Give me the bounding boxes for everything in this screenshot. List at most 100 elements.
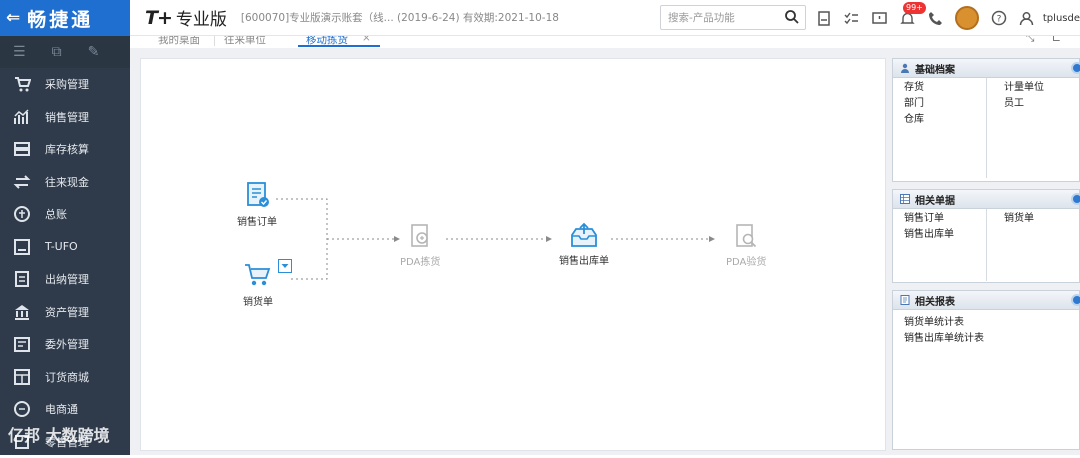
- shopping-cart-icon: [243, 261, 273, 289]
- panel-toggle-icon[interactable]: [1071, 193, 1080, 205]
- panel-body: 销货单统计表 销售出库单统计表: [893, 310, 1079, 450]
- notification-bell-icon[interactable]: 99+: [899, 10, 916, 27]
- cart-icon: [11, 73, 33, 95]
- link-delivery-report[interactable]: 销货单统计表: [904, 315, 984, 331]
- sidebar-item-label: 销售管理: [45, 109, 89, 125]
- sidebar-item-store[interactable]: 订货商城: [0, 361, 130, 394]
- column-divider: [986, 78, 987, 178]
- outsource-icon: [11, 333, 33, 355]
- panel-left-column: 存货 部门 仓库: [904, 80, 924, 128]
- flow-node-sales-delivery[interactable]: 销货单: [243, 261, 273, 308]
- sidebar-item-tufo[interactable]: T-UFO: [0, 231, 130, 264]
- panel-title: 相关报表: [915, 293, 955, 308]
- sidebar-item-purchase[interactable]: 采购管理: [0, 68, 130, 101]
- sidebar-item-label: 往来现金: [45, 174, 89, 190]
- sidebar-item-inventory[interactable]: 库存核算: [0, 133, 130, 166]
- panel-left-column: 销售订单 销售出库单: [904, 211, 954, 243]
- link-sales-order[interactable]: 销售订单: [904, 211, 954, 227]
- sidebar-item-assets[interactable]: 资产管理: [0, 296, 130, 329]
- sidebar-toolbar: ☰ ⧉ ✎: [0, 36, 130, 68]
- menu-icon[interactable]: ☰: [13, 44, 26, 60]
- panel-body: 销售订单 销售出库单 销货单: [893, 209, 1079, 283]
- panel-related-docs: 相关单据 销售订单 销售出库单 销货单: [892, 189, 1080, 283]
- sidebar-item-label: 采购管理: [45, 76, 89, 92]
- toolbar-icons: 99+ ?: [815, 0, 1035, 36]
- collapse-icon[interactable]: ⧉: [52, 44, 62, 60]
- edition-label: 专业版: [176, 5, 227, 30]
- help-icon[interactable]: ?: [990, 10, 1007, 27]
- panel-toggle-icon[interactable]: [1071, 294, 1080, 306]
- sidebar-item-ecommerce[interactable]: 电商通: [0, 393, 130, 426]
- tab-divider: [214, 36, 215, 46]
- column-divider: [986, 209, 987, 281]
- ecommerce-icon: [11, 398, 33, 420]
- sidebar-item-cash[interactable]: 往来现金: [0, 166, 130, 199]
- flow-node-pda-verify[interactable]: PDA验货: [726, 223, 766, 268]
- link-employee[interactable]: 员工: [1004, 96, 1044, 112]
- brand-name: T+: [145, 7, 172, 29]
- node-label: 销货单: [243, 293, 273, 308]
- panel-left-column: 销货单统计表 销售出库单统计表: [904, 315, 984, 347]
- panel-header: 基础档案: [893, 59, 1079, 78]
- flow-node-sales-outbound[interactable]: 销售出库单: [559, 222, 609, 267]
- sidebar-item-cashier[interactable]: 出纳管理: [0, 263, 130, 296]
- bank-icon: [11, 301, 33, 323]
- tab-menu-icon[interactable]: ⊏: [1052, 36, 1061, 44]
- chart-icon: [11, 106, 33, 128]
- tab-bar: 我的桌面 往来单位 移动拣货 × ⤡ ⊏: [130, 36, 1080, 48]
- top-bar: T+ 专业版 [600070]专业版演示账套（线... (2019-6-24) …: [130, 0, 1080, 36]
- panel-title: 基础档案: [915, 61, 955, 76]
- link-outbound-report[interactable]: 销售出库单统计表: [904, 331, 984, 347]
- tab-tool-icon[interactable]: ⤡: [1026, 36, 1034, 45]
- phone-icon[interactable]: [927, 10, 944, 27]
- dropdown-arrow-icon[interactable]: [278, 259, 292, 273]
- tab-desktop[interactable]: 我的桌面: [158, 36, 200, 47]
- flow-node-sales-order[interactable]: 销售订单: [237, 181, 277, 228]
- sidebar-item-label: 库存核算: [45, 141, 89, 157]
- sidebar: ⇐ 畅捷通 ☰ ⧉ ✎ 采购管理 销售管理 库存核算: [0, 0, 130, 455]
- node-label: 销售订单: [237, 213, 277, 228]
- account-info[interactable]: [600070]专业版演示账套（线... (2019-6-24) 有效期:202…: [241, 10, 559, 25]
- link-unit[interactable]: 计量单位: [1004, 80, 1044, 96]
- panel-body: 存货 部门 仓库 计量单位 员工: [893, 78, 1079, 182]
- panel-title: 相关单据: [915, 192, 955, 207]
- warehouse-icon: [11, 138, 33, 160]
- user-icon[interactable]: [1018, 10, 1035, 27]
- ufo-icon: [11, 236, 33, 258]
- search-icon[interactable]: [784, 9, 800, 25]
- message-icon[interactable]: [871, 10, 888, 27]
- node-label: PDA验货: [726, 253, 766, 268]
- checklist-icon[interactable]: [843, 10, 860, 27]
- mascot-avatar-icon[interactable]: [955, 6, 979, 30]
- panel-right-column: 销货单: [1004, 211, 1034, 227]
- link-inventory[interactable]: 存货: [904, 80, 924, 96]
- document-icon[interactable]: [815, 10, 832, 27]
- sidebar-item-label: 出纳管理: [45, 271, 89, 287]
- flow-node-pda-picking[interactable]: PDA拣货: [400, 223, 440, 268]
- edit-icon[interactable]: ✎: [88, 44, 100, 60]
- search-input[interactable]: 搜索-产品功能: [668, 10, 735, 25]
- sidebar-item-outsource[interactable]: 委外管理: [0, 328, 130, 361]
- person-icon: [900, 63, 910, 73]
- sidebar-item-ledger[interactable]: 总账: [0, 198, 130, 231]
- panel-toggle-icon[interactable]: [1071, 62, 1080, 74]
- tab-partners[interactable]: 往来单位: [224, 36, 266, 47]
- link-warehouse[interactable]: 仓库: [904, 112, 924, 128]
- link-sales-delivery[interactable]: 销货单: [1004, 211, 1034, 227]
- app-logo[interactable]: ⇐ 畅捷通: [0, 0, 130, 36]
- back-arrow-icon[interactable]: ⇐: [6, 8, 23, 28]
- flow-connectors: [141, 59, 887, 452]
- node-label: PDA拣货: [400, 253, 440, 268]
- tab-close-icon[interactable]: ×: [362, 36, 371, 44]
- link-department[interactable]: 部门: [904, 96, 924, 112]
- exchange-icon: [11, 171, 33, 193]
- report-icon: [900, 295, 910, 305]
- notification-badge: 99+: [903, 2, 926, 14]
- username[interactable]: tplusde: [1043, 0, 1080, 36]
- search-box[interactable]: 搜索-产品功能: [660, 5, 806, 30]
- watermark: 亿邦 大数跨境: [8, 422, 110, 446]
- link-sales-outbound[interactable]: 销售出库单: [904, 227, 954, 243]
- node-label: 销售出库单: [559, 252, 609, 267]
- sidebar-item-sales[interactable]: 销售管理: [0, 101, 130, 134]
- panel-header: 相关报表: [893, 291, 1079, 310]
